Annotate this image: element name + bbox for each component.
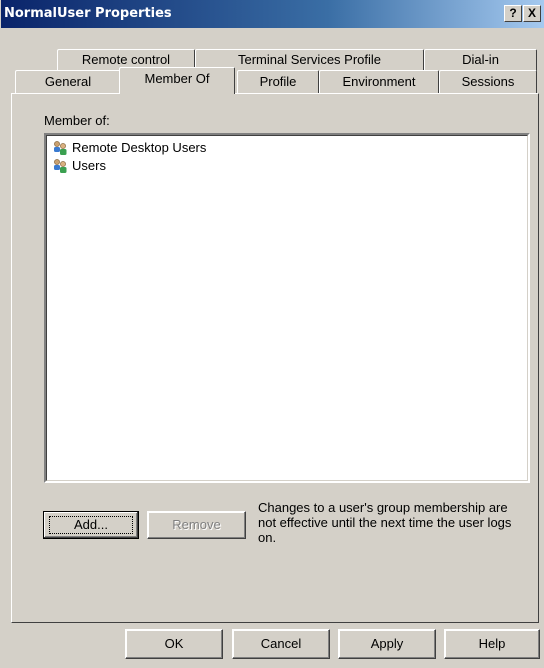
group-icon	[54, 141, 67, 155]
member-of-label: Member of:	[44, 113, 110, 128]
close-button[interactable]: X	[523, 5, 541, 22]
list-item[interactable]: Users	[52, 157, 106, 175]
list-frame	[46, 135, 528, 481]
properties-dialog: NormalUser Properties ? X Remote control…	[0, 0, 544, 668]
tab-environment[interactable]: Environment	[319, 70, 439, 93]
remove-button-label: Remove	[172, 517, 221, 532]
member-of-list[interactable]: Remote Desktop Users Users	[44, 133, 530, 483]
focus-rect	[49, 516, 133, 534]
list-item[interactable]: Remote Desktop Users	[52, 139, 206, 157]
tab-dial-in[interactable]: Dial-in	[424, 49, 537, 71]
group-name: Users	[72, 158, 106, 173]
tab-member-of[interactable]: Member Of	[119, 67, 235, 94]
membership-note: Changes to a user's group membership are…	[258, 500, 512, 545]
help-footer-button[interactable]: Help	[444, 629, 540, 659]
add-button[interactable]: Add...	[43, 511, 139, 539]
help-button[interactable]: ?	[504, 5, 522, 22]
group-name: Remote Desktop Users	[72, 140, 207, 155]
tab-sessions[interactable]: Sessions	[439, 70, 537, 93]
apply-button[interactable]: Apply	[338, 629, 436, 659]
group-icon	[54, 159, 67, 173]
remove-button[interactable]: Remove	[147, 511, 246, 539]
cancel-button[interactable]: Cancel	[232, 629, 330, 659]
window-title: NormalUser Properties	[4, 6, 172, 21]
tab-profile[interactable]: Profile	[237, 70, 319, 93]
tab-general[interactable]: General	[15, 70, 121, 93]
title-bar[interactable]: NormalUser Properties ? X	[1, 0, 544, 28]
ok-button[interactable]: OK	[125, 629, 223, 659]
